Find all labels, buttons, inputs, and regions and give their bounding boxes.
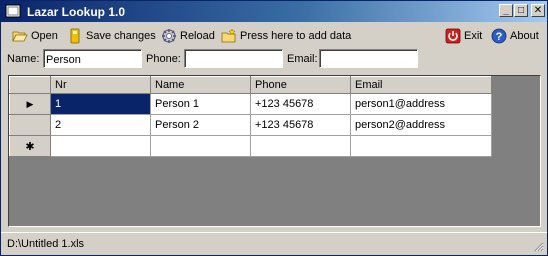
- maximize-button[interactable]: □: [514, 4, 528, 17]
- cell-name[interactable]: Person 1: [150, 93, 251, 115]
- phone-input[interactable]: [184, 49, 283, 68]
- resize-grip-icon[interactable]: [532, 240, 544, 252]
- name-input[interactable]: [43, 49, 142, 68]
- cell-email[interactable]: person2@address: [350, 114, 492, 136]
- phone-label: Phone:: [146, 53, 181, 65]
- row-indicator-arrow[interactable]: ▶: [9, 93, 51, 115]
- new-row-marker[interactable]: ✱: [9, 135, 51, 157]
- minimize-button[interactable]: _: [499, 4, 513, 17]
- column-header-name[interactable]: Name: [150, 76, 251, 94]
- add-data-label: Press here to add data: [240, 30, 352, 42]
- reload-button[interactable]: Reload: [161, 28, 215, 44]
- add-folder-icon: [221, 28, 236, 43]
- grid-table: Nr Name Phone Email ▶ 1 Person 1 +123 45…: [9, 76, 492, 157]
- exit-button[interactable]: Exit: [445, 28, 482, 44]
- exit-label: Exit: [464, 30, 483, 42]
- power-icon: [445, 28, 461, 44]
- new-row[interactable]: ✱: [9, 135, 492, 157]
- save-icon: [70, 28, 80, 44]
- toolbar: Open Save changes Reload Press here to a…: [1, 24, 547, 48]
- svg-text:?: ?: [496, 31, 503, 43]
- close-button[interactable]: ✕: [531, 4, 545, 17]
- save-changes-button[interactable]: Save changes: [67, 28, 156, 44]
- email-input[interactable]: [319, 49, 418, 68]
- grid-header-row: Nr Name Phone Email: [9, 76, 492, 94]
- folder-open-icon: [12, 31, 28, 42]
- file-path: D:\Untitled 1.xls: [7, 238, 85, 250]
- filter-bar: Name: Phone: Email:: [1, 49, 547, 71]
- name-label: Name:: [7, 53, 40, 65]
- reload-icon: [162, 29, 176, 43]
- window-title: Lazar Lookup 1.0: [27, 5, 126, 19]
- new-cell-email[interactable]: [350, 135, 492, 157]
- table-row[interactable]: ▶ 1 Person 1 +123 45678 person1@address: [9, 93, 492, 115]
- status-bar: D:\Untitled 1.xls: [1, 232, 547, 255]
- open-button[interactable]: Open: [12, 28, 58, 44]
- help-icon: ?: [491, 28, 507, 44]
- table-row[interactable]: 2 Person 2 +123 45678 person2@address: [9, 114, 492, 136]
- new-cell-phone[interactable]: [250, 135, 351, 157]
- column-header-phone[interactable]: Phone: [250, 76, 351, 94]
- cell-phone[interactable]: +123 45678: [250, 114, 351, 136]
- new-cell-name[interactable]: [150, 135, 251, 157]
- cell-name[interactable]: Person 2: [150, 114, 251, 136]
- title-bar[interactable]: Lazar Lookup 1.0 _ □ ✕: [1, 1, 547, 22]
- app-window: Lazar Lookup 1.0 _ □ ✕ Open Save changes: [0, 0, 548, 256]
- grid-corner[interactable]: [9, 76, 51, 94]
- column-header-nr[interactable]: Nr: [50, 76, 151, 94]
- app-icon: [5, 4, 21, 18]
- add-data-button[interactable]: Press here to add data: [221, 28, 351, 44]
- about-button[interactable]: ? About: [491, 28, 539, 44]
- cell-nr[interactable]: 2: [50, 114, 151, 136]
- data-grid[interactable]: Nr Name Phone Email ▶ 1 Person 1 +123 45…: [8, 75, 541, 227]
- about-label: About: [510, 30, 539, 42]
- cell-nr[interactable]: 1: [50, 93, 151, 115]
- email-label: Email:: [287, 53, 318, 65]
- cell-phone[interactable]: +123 45678: [250, 93, 351, 115]
- cell-email[interactable]: person1@address: [350, 93, 492, 115]
- new-cell-nr[interactable]: [50, 135, 151, 157]
- reload-label: Reload: [180, 30, 215, 42]
- row-indicator[interactable]: [9, 114, 51, 136]
- open-label: Open: [31, 30, 58, 42]
- column-header-email[interactable]: Email: [350, 76, 492, 94]
- save-changes-label: Save changes: [86, 30, 156, 42]
